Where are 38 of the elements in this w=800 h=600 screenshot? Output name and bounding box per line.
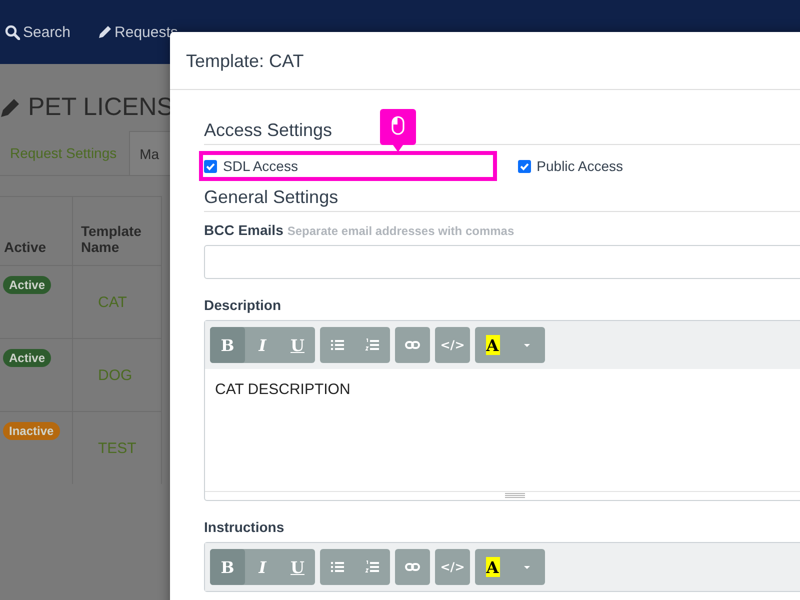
code-button[interactable]: </> [435,549,470,585]
field-label: Description [204,297,282,313]
field-label: BCC Emails [204,222,284,238]
search-icon [5,24,20,40]
column-header: Active [0,196,72,266]
table-cell: CAT [72,266,162,338]
bullet-list-icon [330,560,345,574]
italic-button[interactable]: I [245,327,280,363]
bullet-list-icon [330,338,345,352]
checkbox[interactable]: Public Access [518,158,624,174]
bold-button[interactable]: B [210,549,245,585]
nav-link[interactable]: Search [5,24,71,40]
link-icon [405,560,420,574]
underline-button[interactable]: U [280,549,315,585]
table-cell: TEST [72,412,162,484]
status-badge: Active [3,349,52,367]
resize-handle-icon [505,493,525,499]
italic-button[interactable]: I [245,549,280,585]
link-icon [405,338,420,352]
numbered-list-icon [365,560,380,574]
table-cell: DOG [72,338,162,412]
section-heading: General Settings [204,187,800,212]
column-header: Template Name [72,196,162,266]
code-button[interactable]: </> [435,327,470,363]
editor-text: CAT DESCRIPTION [214,380,352,400]
bold-button[interactable]: B [210,327,245,363]
pencil-icon [96,24,112,40]
field-hint: Separate email addresses with commas [287,224,514,238]
checkbox[interactable]: SDL Access [204,158,298,174]
pencil-icon [0,96,22,118]
underline-button[interactable]: U [280,327,315,363]
status-badge: Active [3,276,52,294]
status-badge: Inactive [3,422,60,440]
input-field[interactable] [204,245,800,279]
field-label: Instructions [204,519,286,535]
numbered-list-icon [365,338,380,352]
tab[interactable]: Ma [128,131,172,175]
page-title: PET LICENS [28,92,174,122]
